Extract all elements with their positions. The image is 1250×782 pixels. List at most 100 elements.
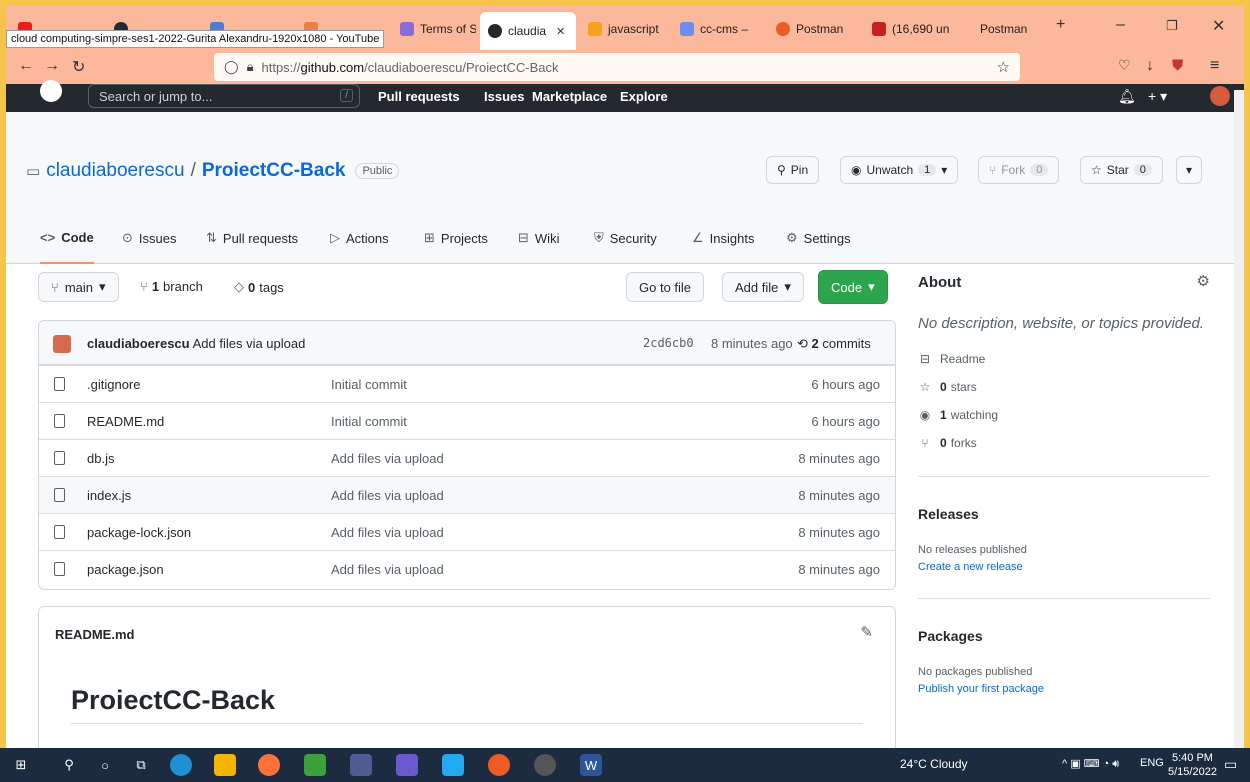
file-commit-message[interactable]: Initial commit — [331, 414, 407, 429]
pin-button[interactable]: ⚲ Pin — [766, 156, 820, 184]
fork-button[interactable]: ⑂ Fork 0 — [978, 156, 1060, 184]
app-icon[interactable] — [304, 754, 326, 776]
unwatch-button[interactable]: ◉ Unwatch 1 ▾ — [840, 156, 959, 184]
github-logo-icon[interactable] — [40, 80, 62, 102]
nav-marketplace[interactable]: Marketplace — [532, 89, 607, 104]
tab-issues[interactable]: ⊙ Issues — [122, 212, 176, 264]
tab-code[interactable]: <> Code — [40, 212, 94, 264]
file-commit-message[interactable]: Initial commit — [331, 377, 407, 392]
menu-icon[interactable]: ≡ — [1210, 57, 1219, 75]
download-icon[interactable]: ↓ — [1146, 57, 1154, 75]
language-indicator[interactable]: ENG — [1140, 757, 1164, 769]
watching-link[interactable]: ◉ 1 watching — [918, 408, 998, 422]
branch-select-button[interactable]: ⑂ main ▾ — [38, 272, 119, 302]
file-name[interactable]: .gitignore — [87, 377, 140, 392]
notification-icon[interactable]: ▭ — [1224, 756, 1237, 773]
back-icon[interactable]: ← — [18, 57, 34, 75]
releases-heading[interactable]: Releases — [918, 506, 979, 522]
tab-github-active[interactable]: claudia ✕ — [480, 12, 576, 50]
repo-owner-link[interactable]: claudiaboerescu — [46, 160, 184, 182]
tab-wiki[interactable]: ⊟ Wiki — [518, 212, 559, 264]
readme-label[interactable]: README.md — [55, 627, 134, 642]
system-tray[interactable]: ^ ▣ ⌨ ◔ 🔊︎ — [1062, 757, 1119, 771]
nav-pull-requests[interactable]: Pull requests — [378, 89, 460, 104]
star-button[interactable]: ☆ Star 0 — [1080, 156, 1163, 184]
restore-icon[interactable]: ❐ — [1166, 18, 1178, 34]
reload-icon[interactable]: ↻ — [72, 57, 85, 77]
nav-explore[interactable]: Explore — [620, 89, 668, 104]
commit-message[interactable]: Add files via upload — [193, 336, 306, 351]
tab-insights[interactable]: ∠ Insights — [692, 212, 754, 264]
file-commit-message[interactable]: Add files via upload — [331, 525, 444, 540]
nav-issues[interactable]: Issues — [484, 89, 524, 104]
weather-widget[interactable]: 24°C Cloudy — [900, 757, 968, 771]
pocket-icon[interactable]: ♡ — [1118, 57, 1131, 74]
tab-javascript[interactable]: javascript — [580, 12, 668, 46]
code-button[interactable]: Code ▾ — [818, 270, 888, 304]
scrollbar[interactable] — [1234, 90, 1244, 748]
table-row[interactable]: index.js Add files via upload 8 minutes … — [39, 476, 895, 513]
close-window-icon[interactable]: ✕ — [1212, 16, 1225, 36]
tab-cc-cms[interactable]: cc-cms – — [672, 12, 764, 46]
commit-author[interactable]: claudiaboerescu Add files via upload — [87, 336, 305, 351]
windows-start-icon[interactable]: ⊞ — [10, 754, 32, 776]
shield-icon[interactable]: ◯ — [224, 59, 239, 75]
readme-link[interactable]: ⊟ Readme — [918, 352, 985, 366]
table-row[interactable]: db.js Add files via upload 8 minutes ago — [39, 439, 895, 476]
obs-icon[interactable] — [534, 754, 556, 776]
app-icon[interactable] — [350, 754, 372, 776]
url-bar[interactable]: ◯ 🔒︎ https://github.com/claudiaboerescu/… — [214, 53, 1020, 81]
tab-postman-2[interactable]: Postman — [972, 12, 1046, 46]
create-release-link[interactable]: Create a new release — [918, 561, 1023, 573]
gear-icon[interactable]: ⚙ — [1197, 272, 1210, 290]
avatar[interactable] — [1210, 86, 1230, 106]
bookmark-star-icon[interactable]: ☆ — [997, 58, 1010, 76]
tab-projects[interactable]: ⊞ Projects — [424, 212, 488, 264]
file-name[interactable]: index.js — [87, 488, 131, 503]
clock[interactable]: 5:40 PM 5/15/2022 — [1168, 751, 1217, 779]
postman-icon[interactable] — [488, 754, 510, 776]
tab-actions[interactable]: ▷ Actions — [330, 212, 389, 264]
file-explorer-icon[interactable] — [214, 754, 236, 776]
lock-icon[interactable]: 🔒︎ — [247, 59, 254, 75]
avatar[interactable] — [53, 335, 71, 353]
add-file-button[interactable]: Add file ▾ — [722, 272, 804, 302]
table-row[interactable]: package.json Add files via upload 8 minu… — [39, 550, 895, 587]
branches-link[interactable]: ⑂ 1 branch — [140, 279, 203, 294]
vscode-icon[interactable] — [442, 754, 464, 776]
file-name[interactable]: package-lock.json — [87, 525, 191, 540]
commit-sha[interactable]: 2cd6cb0 — [643, 336, 694, 350]
forks-link[interactable]: ⑂ 0 forks — [918, 436, 976, 450]
tab-pull-requests[interactable]: ⇅ Pull requests — [206, 212, 298, 264]
go-to-file-button[interactable]: Go to file — [626, 272, 705, 302]
tags-link[interactable]: ◇ 0 tags — [234, 279, 284, 295]
table-row[interactable]: package-lock.json Add files via upload 8… — [39, 513, 895, 550]
search-input[interactable]: Search or jump to... / — [88, 84, 360, 108]
bell-icon[interactable]: 🔔︎ — [1118, 88, 1136, 105]
cortana-icon[interactable]: ○ — [94, 754, 116, 776]
ublock-icon[interactable]: ⛊ — [1172, 57, 1183, 74]
forward-icon[interactable]: → — [44, 57, 60, 75]
app-icon[interactable] — [396, 754, 418, 776]
stars-link[interactable]: ☆ 0 stars — [918, 380, 977, 394]
tab-security[interactable]: ⛨ Security — [594, 212, 657, 264]
task-view-icon[interactable]: ⧉ — [130, 754, 152, 776]
file-name[interactable]: README.md — [87, 414, 164, 429]
tab-postman[interactable]: Postman — [768, 12, 860, 46]
edge-icon[interactable] — [170, 754, 192, 776]
repo-name-link[interactable]: ProiectCC-Back — [202, 160, 346, 182]
file-name[interactable]: package.json — [87, 562, 164, 577]
file-name[interactable]: db.js — [87, 451, 114, 466]
commits-link[interactable]: ⟲ 2 commits — [797, 336, 871, 352]
new-tab-button[interactable]: + — [1056, 16, 1065, 34]
publish-package-link[interactable]: Publish your first package — [918, 683, 1044, 695]
table-row[interactable]: README.md Initial commit 6 hours ago — [39, 402, 895, 439]
firefox-icon[interactable] — [258, 754, 280, 776]
create-new-icon[interactable]: + ▾ — [1148, 88, 1167, 105]
file-commit-message[interactable]: Add files via upload — [331, 562, 444, 577]
file-commit-message[interactable]: Add files via upload — [331, 451, 444, 466]
table-row[interactable]: .gitignore Initial commit 6 hours ago — [39, 365, 895, 402]
tab-settings[interactable]: ⚙ Settings — [786, 212, 851, 264]
word-icon[interactable]: W — [580, 754, 602, 776]
star-dropdown-button[interactable]: ▾ — [1176, 156, 1203, 184]
